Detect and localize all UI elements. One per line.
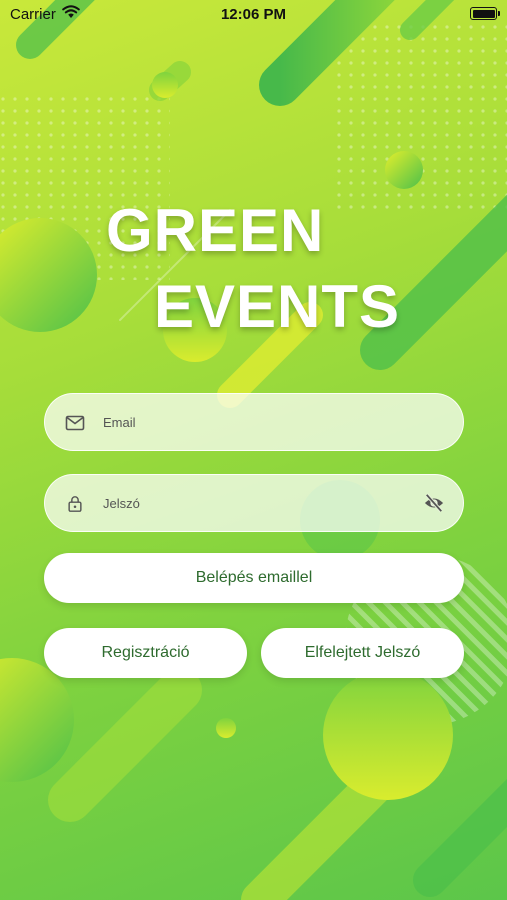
status-time: 12:06 PM xyxy=(220,6,287,23)
email-field[interactable] xyxy=(44,393,464,451)
register-button[interactable]: Regisztráció xyxy=(44,628,247,678)
forgot-password-button[interactable]: Elfelejtett Jelszó xyxy=(261,628,464,678)
app-title-line1: GREEN xyxy=(106,197,325,264)
mail-icon xyxy=(65,415,85,431)
email-input[interactable] xyxy=(103,394,403,450)
login-button[interactable]: Belépés emaillel xyxy=(44,553,464,603)
eye-off-icon[interactable] xyxy=(423,493,445,513)
status-bar: Carrier 12:06 PM xyxy=(0,0,507,28)
password-field[interactable] xyxy=(44,474,464,532)
password-input[interactable] xyxy=(103,475,403,531)
lock-icon xyxy=(68,496,82,512)
app-title-line2: EVENTS xyxy=(154,273,401,340)
battery-icon xyxy=(470,7,500,20)
